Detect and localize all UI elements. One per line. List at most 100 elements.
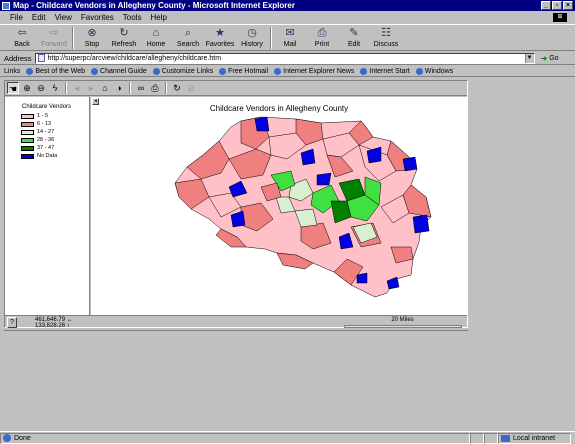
ie-page-icon (3, 434, 11, 442)
link-item[interactable]: Channel Guide (91, 67, 147, 75)
edit-label: Edit (347, 41, 361, 48)
zoom-out-icon[interactable]: ⊖ (35, 82, 47, 94)
legend-panel: Childcare Vendors 1 - 5 6 - 13 14 - 27 28 -… (5, 97, 90, 315)
status-cell-1 (470, 432, 484, 444)
previous-extent-icon[interactable]: ◂ (71, 82, 83, 94)
print-map-icon[interactable]: ⎙ (149, 82, 161, 94)
links-bar: Links Best of the Web Channel Guide Custom… (0, 66, 575, 77)
go-label: Go (549, 54, 559, 62)
menu-tools[interactable]: Tools (123, 13, 142, 22)
window-title: Map - Childcare Vendors in Allegheny Cou… (13, 1, 295, 10)
legend-label: 28 - 36 (37, 137, 55, 143)
legend-label: 6 - 13 (37, 121, 52, 127)
edit-button[interactable]: ✎ Edit (338, 25, 370, 48)
minimize-button[interactable]: _ (541, 1, 551, 10)
close-button[interactable]: × (563, 1, 573, 10)
map-panel[interactable]: ◂ Childcare Vendors in Allegheny County (91, 97, 467, 315)
stop-button[interactable]: ⊗ Stop (76, 25, 108, 48)
link-item[interactable]: Free Hotmail (219, 67, 268, 75)
legend-item: 1 - 5 (21, 113, 48, 119)
link-item[interactable]: Customize Links (152, 67, 214, 75)
chevron-down-icon[interactable]: ▼ (524, 53, 534, 63)
maximize-button[interactable]: ▫ (552, 1, 562, 10)
status-message: Done (0, 432, 470, 444)
links-label: Links (4, 67, 21, 75)
next-extent-icon[interactable]: ▸ (85, 82, 97, 94)
legend-item: 14 - 27 (21, 129, 54, 135)
discuss-label: Discuss (373, 41, 399, 48)
stop-map-icon[interactable]: ⊘ (185, 82, 197, 94)
help-button[interactable]: ? (7, 317, 17, 328)
link-label: Internet Explorer News (283, 67, 355, 75)
legend-swatch (21, 113, 34, 119)
binoculars-find-icon[interactable]: ∞ (135, 82, 147, 94)
menu-help[interactable]: Help (150, 13, 166, 22)
legend-item: 37 - 47 (21, 145, 54, 151)
toolbar-separator (270, 27, 272, 49)
link-item[interactable]: Best of the Web (26, 67, 85, 75)
county-map[interactable] (91, 97, 467, 315)
legend-swatch (21, 121, 34, 127)
legend-swatch (21, 145, 34, 151)
link-label: Channel Guide (100, 67, 147, 75)
legend-item: 6 - 13 (21, 121, 51, 127)
municipality-43 (356, 272, 368, 284)
link-item[interactable]: Windows (415, 67, 454, 75)
address-bar: Address http://superpc/arcview/childcare… (0, 52, 575, 65)
search-button[interactable]: ⌕ Search (172, 25, 204, 48)
link-label: Windows (424, 67, 454, 75)
favorites-button[interactable]: ★ Favorites (204, 25, 236, 48)
hand-pan-icon[interactable]: ☚ (7, 82, 19, 94)
identify-icon[interactable]: ϟ (49, 82, 61, 94)
mail-label: Mail (283, 41, 297, 48)
address-input[interactable]: http://superpc/arcview/childcare/alleghe… (34, 52, 535, 64)
link-page-icon (415, 67, 423, 75)
legend-item: 28 - 36 (21, 137, 54, 143)
map-viewer: ☚ ⊕ ⊖ ϟ ◂ ▸ ⌂ ◑ ∞ ⎙ ↻ ⊘ Childcare Vendors 1 - 5 6 - … (4, 80, 468, 329)
stop-icon: ⊗ (87, 27, 97, 39)
home-icon: ⌂ (152, 27, 160, 39)
mail-icon: ✉ (285, 27, 295, 39)
scale-label: 20 Miles (391, 317, 414, 323)
refresh-map-icon[interactable]: ↻ (171, 82, 183, 94)
link-item[interactable]: Internet Explorer News (274, 67, 355, 75)
ie-app-icon[interactable] (2, 1, 10, 10)
address-url: http://superpc/arcview/childcare/alleghe… (47, 54, 222, 62)
home-button[interactable]: ⌂ Home (140, 25, 172, 48)
mail-button[interactable]: ✉ Mail (274, 25, 306, 48)
status-text: Done (14, 434, 31, 442)
menu-bar: File Edit View Favorites Tools Help (0, 12, 575, 23)
link-page-icon (274, 67, 282, 75)
scale-bar: 20 Miles (340, 317, 465, 328)
forward-button[interactable]: ⇨ Forward (38, 25, 70, 48)
link-label: Customize Links (161, 67, 214, 75)
globe-icon[interactable]: ◑ (113, 82, 125, 94)
history-button[interactable]: ◷ History (236, 25, 268, 48)
refresh-icon: ↻ (119, 27, 129, 39)
municipality-35 (316, 172, 332, 186)
map-toolbar-separator (165, 82, 167, 94)
legend-label: No Data (37, 153, 58, 159)
legend-label: 1 - 5 (37, 113, 49, 119)
history-icon: ◷ (247, 27, 257, 39)
title-bar: Map - Childcare Vendors in Allegheny Cou… (0, 0, 575, 11)
full-extent-icon[interactable]: ⌂ (99, 82, 111, 94)
menu-edit[interactable]: Edit (32, 13, 46, 22)
municipality-33 (254, 116, 270, 132)
stop-label: Stop (84, 41, 100, 48)
menu-view[interactable]: View (55, 13, 72, 22)
refresh-button[interactable]: ↻ Refresh (108, 25, 140, 48)
map-toolbar-separator (129, 82, 131, 94)
menu-file[interactable]: File (10, 13, 23, 22)
legend-title: Childcare Vendors (22, 104, 72, 110)
go-button[interactable]: ➜ Go (541, 54, 559, 63)
zoom-in-icon[interactable]: ⊕ (21, 82, 33, 94)
status-cell-2 (484, 432, 498, 444)
back-label: Back (14, 41, 30, 48)
menu-favorites[interactable]: Favorites (81, 13, 114, 22)
discuss-button[interactable]: ☷ Discuss (370, 25, 402, 48)
go-arrow-icon: ➜ (540, 53, 548, 63)
back-button[interactable]: ⇦ Back (6, 25, 38, 48)
link-item[interactable]: Internet Start (360, 67, 410, 75)
print-button[interactable]: ⎙ Print (306, 25, 338, 48)
